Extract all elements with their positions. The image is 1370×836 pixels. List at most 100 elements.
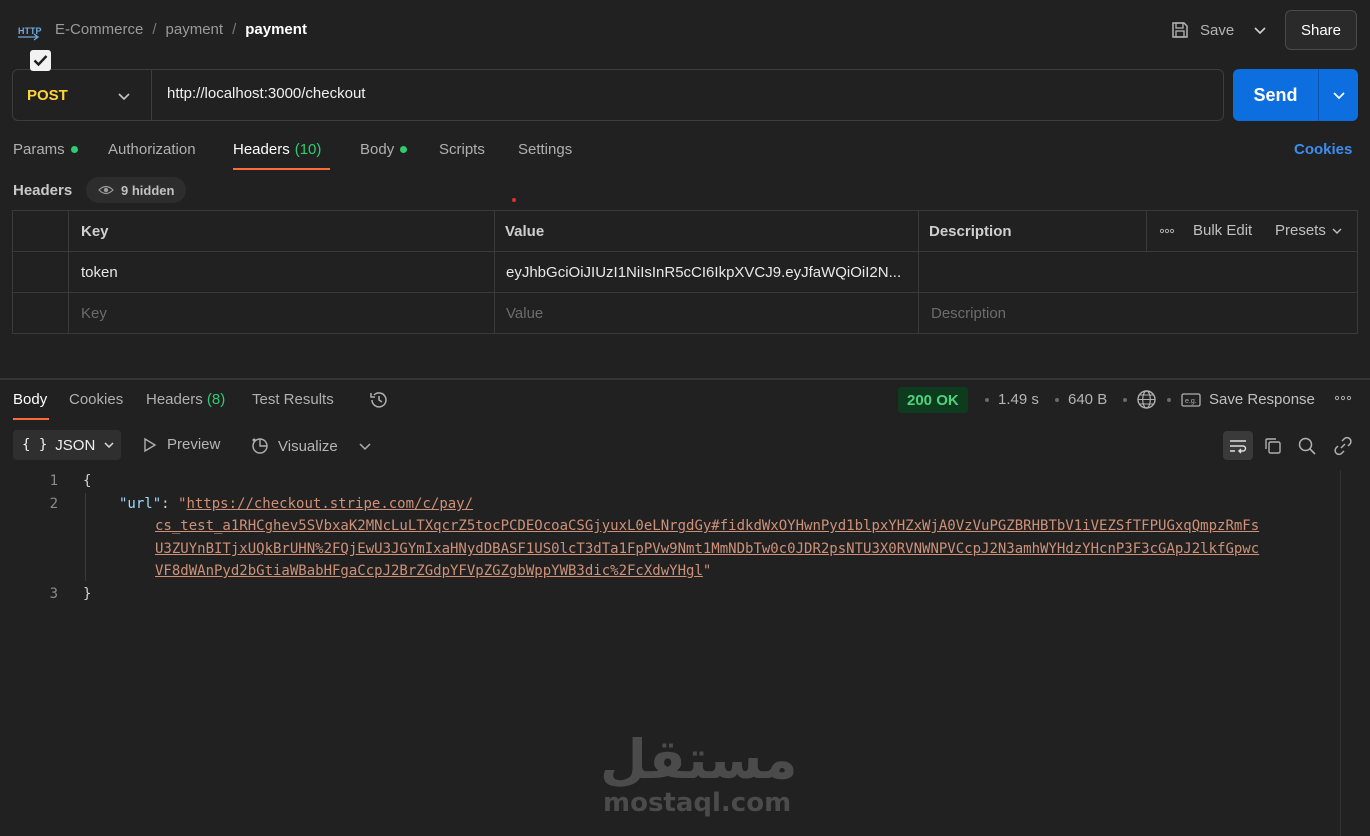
breadcrumb: E-Commerce / payment / payment (55, 21, 307, 38)
key-placeholder[interactable]: Key (69, 293, 107, 333)
svg-text:HTTP: HTTP (18, 26, 42, 36)
eye-icon (98, 185, 114, 195)
table-row-empty: Key Value Description (13, 293, 1357, 334)
wrap-lines-button[interactable] (1223, 431, 1253, 460)
header-enabled-checkbox[interactable] (30, 50, 51, 71)
separator-dot (1123, 398, 1127, 402)
response-tab-cookies[interactable]: Cookies (69, 391, 123, 408)
hidden-count: 9 hidden (121, 182, 175, 198)
breadcrumb-separator: / (152, 21, 157, 38)
separator-dot (1055, 398, 1059, 402)
method-label: POST (27, 86, 68, 104)
active-tab-indicator (233, 168, 330, 170)
indent-guide (85, 493, 86, 581)
format-select[interactable]: { } JSON (13, 430, 121, 460)
tab-authorization[interactable]: Authorization (108, 141, 196, 158)
globe-icon[interactable] (1136, 389, 1157, 410)
chevron-down-icon (1332, 228, 1342, 234)
header-key-cell[interactable]: token (69, 252, 118, 292)
send-button[interactable]: Send (1233, 69, 1318, 121)
pane-divider[interactable] (0, 378, 1370, 380)
bulk-edit-button[interactable]: Bulk Edit (1193, 222, 1252, 239)
more-options-icon[interactable] (1159, 222, 1175, 244)
response-time: 1.49 s (998, 391, 1039, 408)
tab-body[interactable]: Body (360, 141, 408, 158)
description-placeholder[interactable]: Description (919, 293, 1006, 333)
json-close-brace: } (83, 586, 92, 602)
response-tab-test-results[interactable]: Test Results (252, 391, 334, 408)
save-button[interactable]: Save (1170, 17, 1234, 43)
save-response-label: Save Response (1209, 391, 1315, 408)
tab-params[interactable]: Params (13, 141, 78, 158)
check-icon (33, 55, 48, 67)
cookies-link[interactable]: Cookies (1294, 141, 1352, 158)
response-tab-headers[interactable]: Headers (8) (146, 391, 225, 408)
presets-dropdown[interactable]: Presets (1275, 222, 1343, 239)
column-divider (1146, 211, 1147, 251)
line-number: 3 (49, 586, 58, 602)
json-line: cs_test_a1RHCghev5SVbxaK2MNcLuLTXqcrZ5to… (155, 518, 1259, 534)
share-button[interactable]: Share (1285, 10, 1357, 50)
tab-headers-label: Headers (233, 141, 290, 158)
save-icon (1172, 22, 1188, 38)
method-select[interactable]: POST (13, 70, 152, 120)
response-headers-count: (8) (206, 391, 226, 408)
json-url-line-2[interactable]: cs_test_a1RHCghev5SVbxaK2MNcLuLTXqcrZ5to… (155, 518, 1259, 534)
headers-table: Key Value Description token eyJhbGciOiJI… (12, 210, 1358, 334)
response-tab-headers-label: Headers (146, 391, 203, 408)
search-icon[interactable] (1297, 436, 1317, 456)
send-dropdown-button[interactable] (1318, 69, 1358, 121)
json-line: "url": "https://checkout.stripe.com/c/pa… (119, 496, 473, 512)
table-row: token eyJhbGciOiJIUzI1NiIsInR5cCI6IkpXVC… (13, 252, 1357, 293)
hidden-headers-toggle[interactable]: 9 hidden (86, 177, 187, 203)
column-header-description: Description (929, 222, 1012, 240)
url-bar: POST (12, 69, 1224, 121)
watermark-text: mostaql.com (603, 788, 792, 818)
history-icon[interactable] (368, 389, 390, 411)
header-value-cell[interactable]: eyJhbGciOiJIUzI1NiIsInR5cCI6IkpXVCJ9.eyJ… (494, 252, 918, 292)
format-label: JSON (55, 436, 96, 454)
copy-icon[interactable] (1263, 436, 1283, 456)
json-url-line-3[interactable]: U3ZUYnBITjxUQkBrUHN%2FQjEwU3JGYmIxaHNydD… (155, 541, 1259, 557)
header-description-cell[interactable] (919, 252, 1357, 292)
watermark-logo: مستقل (600, 728, 798, 791)
tab-settings[interactable]: Settings (518, 141, 572, 158)
response-size: 640 B (1068, 391, 1108, 408)
tab-headers-count: (10) (294, 141, 322, 158)
table-header-row: Key Value Description (13, 211, 1357, 252)
value-placeholder[interactable]: Value (494, 293, 543, 333)
wrap-icon (1230, 439, 1247, 453)
link-icon[interactable] (1333, 436, 1353, 456)
breadcrumb-collection[interactable]: E-Commerce (55, 21, 143, 38)
json-url-line-1[interactable]: https://checkout.stripe.com/c/pay/ (186, 496, 473, 512)
top-bar: HTTP E-Commerce / payment / payment Save… (0, 0, 1370, 60)
chevron-down-icon (104, 442, 114, 449)
line-number: 2 (49, 496, 58, 512)
presets-label: Presets (1275, 222, 1326, 239)
json-url-line-4[interactable]: VF8dWAnPyd2bGtiaWBabHFgaCcpJ2BrZGdpYFVpZ… (155, 563, 703, 579)
separator-dot (985, 398, 989, 402)
breadcrumb-request[interactable]: payment (245, 21, 307, 38)
json-key: "url" (119, 496, 162, 512)
save-response-button[interactable]: e.g. Save Response (1181, 391, 1315, 408)
separator-dot (1167, 398, 1171, 402)
breadcrumb-folder[interactable]: payment (166, 21, 224, 38)
more-options-icon[interactable] (1334, 389, 1352, 411)
preview-button[interactable]: Preview (143, 436, 220, 453)
status-dot (70, 146, 78, 153)
tab-scripts[interactable]: Scripts (439, 141, 485, 158)
chevron-down-icon[interactable] (1252, 22, 1268, 38)
status-badge: 200 OK (898, 387, 968, 413)
tab-headers[interactable]: Headers (10) (233, 141, 321, 158)
response-tab-body[interactable]: Body (13, 391, 47, 408)
visualize-button[interactable]: Visualize (250, 436, 338, 456)
json-colon: : (161, 496, 179, 512)
chevron-down-icon[interactable] (117, 89, 131, 103)
play-icon (144, 437, 157, 452)
chevron-down-icon[interactable] (358, 439, 372, 453)
braces-icon: { } (22, 437, 48, 453)
url-input[interactable] (167, 85, 1167, 102)
column-header-key: Key (81, 222, 109, 240)
visualize-icon (252, 438, 268, 454)
scrollbar-track[interactable] (1340, 470, 1341, 836)
